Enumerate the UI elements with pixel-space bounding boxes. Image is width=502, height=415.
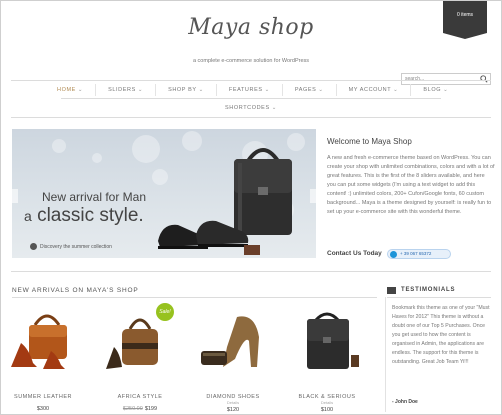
nav-item-home[interactable]: HOME ⌄	[45, 84, 95, 96]
nav-item-sliders[interactable]: SLIDERS ⌄	[95, 84, 155, 96]
chevron-down-icon: ⌄	[198, 87, 204, 93]
new-arrivals-title: NEW ARRIVALS ON MAYA'S SHOP	[12, 287, 139, 294]
product-price: $300	[36, 406, 50, 412]
product-card[interactable]: SUMMER LEATHER $300	[7, 307, 79, 412]
product-details-link[interactable]: Details	[291, 400, 363, 405]
product-price: $120	[226, 407, 240, 413]
nav-item-shortcodes[interactable]: SHORTCODES ⌄	[213, 102, 289, 114]
arrow-right-icon	[30, 243, 37, 250]
welcome-body: A new and fresh e-commerce theme based o…	[327, 155, 495, 215]
skype-icon	[390, 251, 397, 258]
product-card[interactable]: DIAMOND SHOES Details $120	[197, 307, 269, 413]
skype-button[interactable]: + 39 067 65372	[387, 249, 451, 259]
site-tagline: a complete e-commerce solution for WordP…	[192, 58, 310, 64]
chevron-down-icon: ⌄	[137, 87, 144, 93]
nav-item-shop-by[interactable]: SHOP BY ⌄	[155, 84, 216, 96]
product-image	[201, 316, 259, 367]
hero-headline: New arrival for Man	[42, 190, 147, 204]
sidebar-divider	[385, 297, 386, 412]
nav-middle-divider	[61, 98, 441, 99]
hero-emphasis: classic style.	[37, 205, 144, 226]
product-name[interactable]: SUMMER LEATHER	[7, 394, 79, 400]
section-divider	[12, 297, 377, 298]
nav-top-divider	[11, 80, 491, 81]
testimonial-author: - John Doe	[392, 399, 418, 405]
search-placeholder: search...	[405, 76, 425, 82]
hero-slider[interactable]: New arrival for Man a classic style. Dis…	[12, 129, 316, 258]
hero-prefix: a	[24, 208, 32, 224]
product-image	[307, 312, 359, 369]
decor-bubble	[182, 131, 202, 151]
nav-item-my-account[interactable]: MY ACCOUNT ⌄	[335, 84, 411, 96]
testimonials-divider	[387, 297, 491, 298]
chevron-down-icon: ⌄	[443, 87, 449, 93]
dress-shoes-image	[158, 220, 249, 249]
secondary-nav: SHORTCODES ⌄	[213, 102, 289, 114]
nav-item-pages[interactable]: PAGES ⌄	[281, 84, 336, 96]
page-frame: 0 items Maya shop a complete e-commerce …	[0, 0, 502, 415]
product-details-link[interactable]: Details	[197, 400, 269, 405]
site-logo[interactable]: Maya shop	[1, 15, 501, 40]
megaphone-icon	[387, 287, 396, 294]
chevron-down-icon: ⌄	[393, 87, 399, 93]
sale-badge: Sale!	[156, 303, 174, 321]
chevron-down-icon: ⌄	[271, 105, 277, 111]
nav-bottom-divider	[11, 117, 491, 118]
product-card[interactable]: BLACK & SERIOUS Details $100	[291, 307, 363, 413]
slider-next-arrow[interactable]	[310, 189, 316, 203]
slider-prev-arrow[interactable]	[12, 189, 18, 203]
contact-label: Contact Us Today	[327, 250, 382, 257]
wallet-image	[244, 245, 260, 255]
main-nav: HOME ⌄ SLIDERS ⌄ SHOP BY ⌄ FEATURES ⌄ PAGES ⌄…	[45, 84, 460, 96]
content-divider	[11, 271, 491, 272]
product-price: $100	[320, 407, 334, 413]
product-image	[11, 314, 67, 369]
nav-item-blog[interactable]: BLOG ⌄	[410, 84, 460, 96]
skype-number: + 39 067 65372	[400, 251, 432, 256]
product-price: $250.00 $199	[122, 406, 158, 412]
decor-bubble	[152, 169, 168, 185]
search-icon[interactable]	[480, 75, 488, 83]
chevron-down-icon: ⌄	[318, 87, 324, 93]
hero-subheadline: a classic style.	[24, 205, 144, 227]
product-card[interactable]: Sale! AFRICA STYLE $250.00 $199	[104, 303, 176, 412]
product-old-price: $250.00	[122, 406, 143, 412]
welcome-title: Welcome to Maya Shop	[327, 137, 412, 146]
chevron-down-icon: ⌄	[77, 87, 84, 93]
chevron-down-icon: ⌄	[264, 87, 270, 93]
product-name[interactable]: AFRICA STYLE	[104, 394, 176, 400]
testimonial-text: Bookmark this theme as one of your "Must…	[392, 305, 490, 365]
decor-bubble	[52, 139, 66, 153]
hero-link[interactable]: Discovery the summer collection	[40, 244, 112, 250]
testimonials-title: TESTIMONIALS	[401, 287, 456, 293]
decor-bubble	[132, 135, 160, 163]
nav-item-features[interactable]: FEATURES ⌄	[215, 84, 282, 96]
decor-bubble	[92, 153, 102, 163]
